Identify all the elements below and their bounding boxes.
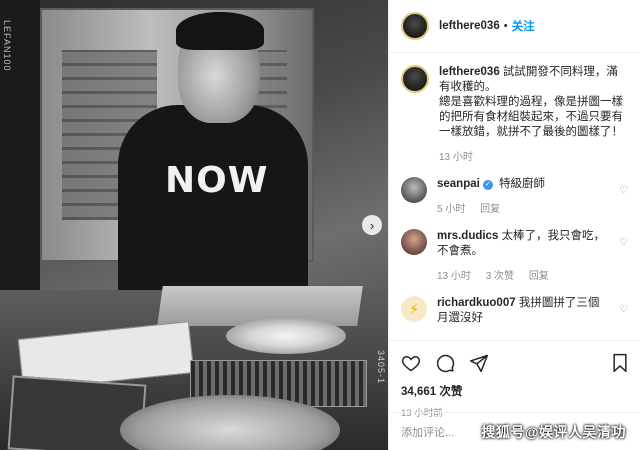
comment-username[interactable]: mrs.dudics: [437, 230, 498, 242]
verified-icon: ✓: [482, 180, 493, 190]
comment-likes[interactable]: 3 次赞: [486, 271, 514, 282]
like-comment-heart-icon[interactable]: ♡: [619, 185, 628, 196]
chevron-right-icon: ›: [369, 217, 375, 233]
comment-body: richardkuo007 我拼圖拼了三個月還沒好: [437, 296, 607, 326]
like-comment-heart-icon[interactable]: ♡: [619, 304, 628, 315]
post-side-panel: lefthere036 • 关注 lefthere036 試試開發不同料理，滿有…: [388, 0, 640, 450]
avatar[interactable]: [401, 177, 427, 203]
comments-list: lefthere036 試試開發不同料理，滿有收穫的。 總是喜歡料理的過程，像是…: [389, 53, 640, 326]
next-photo-button[interactable]: ›: [362, 215, 382, 235]
separator-dot: •: [503, 20, 508, 32]
comment-meta: 13 小时 3 次赞 回复: [437, 269, 607, 284]
film-edge-text-left: LEFAN100: [2, 20, 12, 72]
list-item: seanpai ✓ 特級廚師 5 小时 回复 ♡: [401, 177, 628, 217]
comment-body: mrs.dudics 太棒了，我只會吃，不會煮。 13 小时 3 次赞 回复: [437, 229, 607, 284]
reply-button[interactable]: 回复: [480, 204, 500, 215]
photo-plate: [226, 318, 346, 354]
comment-time: 13 小时: [437, 271, 471, 282]
heart-icon[interactable]: [401, 353, 421, 373]
comment-icon[interactable]: [435, 353, 455, 373]
comment-time: 5 小时: [437, 204, 466, 215]
caption-time: 13 小时: [439, 152, 473, 163]
avatar[interactable]: [401, 12, 429, 40]
caption-body: lefthere036 試試開發不同料理，滿有收穫的。 總是喜歡料理的過程，像是…: [439, 65, 625, 165]
comment-body: seanpai ✓ 特級廚師 5 小时 回复: [437, 177, 607, 217]
caption-meta: 13 小时: [439, 150, 625, 165]
post-header: lefthere036 • 关注: [389, 0, 640, 53]
photo-person-hair-top: [176, 12, 264, 50]
instagram-post-view: LEFAN100 NOW 3405-1 › lefthere036 • 关注 l…: [0, 0, 640, 450]
follow-button[interactable]: 关注: [512, 18, 535, 34]
comment-text: 特級廚師: [499, 178, 546, 190]
list-item: ⚡ richardkuo007 我拼圖拼了三個月還沒好 ♡: [401, 296, 628, 326]
comment-meta: 5 小时 回复: [437, 202, 607, 217]
comment-username[interactable]: seanpai: [437, 178, 480, 190]
photo-person-shirt: [118, 105, 308, 305]
reply-button[interactable]: 回复: [529, 271, 549, 282]
comment-username[interactable]: richardkuo007: [437, 297, 516, 309]
film-edge-text-right: 3405-1: [376, 350, 386, 385]
share-icon[interactable]: [469, 353, 489, 373]
list-item: mrs.dudics 太棒了，我只會吃，不會煮。 13 小时 3 次赞 回复 ♡: [401, 229, 628, 284]
bookmark-icon[interactable]: [611, 353, 629, 373]
post-photo[interactable]: LEFAN100 NOW 3405-1 ›: [0, 0, 388, 450]
post-username[interactable]: lefthere036: [439, 20, 500, 32]
avatar[interactable]: [401, 229, 427, 255]
post-actions: 34,661 次赞 13 小时前: [389, 340, 640, 419]
watermark-text: 搜狐号@娱评人吴清功: [481, 424, 626, 440]
caption: lefthere036 試試開發不同料理，滿有收穫的。 總是喜歡料理的過程，像是…: [401, 65, 628, 165]
action-icons: [401, 349, 629, 377]
add-comment-placeholder: 添加评论...: [401, 426, 455, 439]
caption-username[interactable]: lefthere036: [439, 66, 500, 78]
shirt-print-text: NOW: [165, 160, 269, 201]
like-count[interactable]: 34,661 次赞: [401, 383, 629, 399]
like-comment-heart-icon[interactable]: ♡: [619, 237, 628, 248]
avatar[interactable]: ⚡: [401, 296, 427, 322]
caption-avatar[interactable]: [401, 65, 429, 93]
